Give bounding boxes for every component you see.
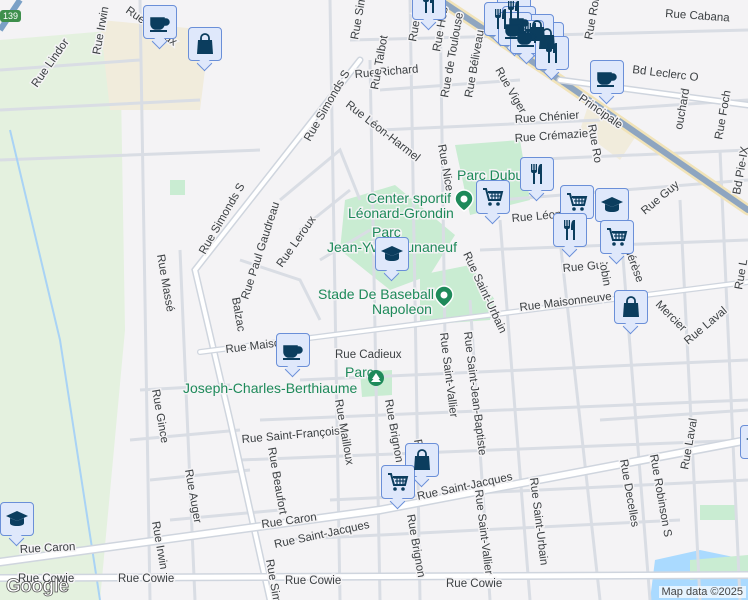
street-label: Bd Leclerc O bbox=[632, 64, 699, 84]
street-label: Rue Auger bbox=[182, 468, 203, 524]
restaurant-marker[interactable] bbox=[553, 213, 587, 247]
street-label: Rue Laval bbox=[682, 305, 729, 347]
grocery-marker[interactable] bbox=[600, 220, 634, 254]
cafe-icon bbox=[517, 32, 537, 47]
restaurant-marker[interactable] bbox=[412, 0, 446, 20]
street-label: obin bbox=[597, 263, 613, 287]
school-marker[interactable] bbox=[740, 425, 748, 459]
street-label: Rue Cadieux bbox=[335, 349, 402, 361]
grocery-icon bbox=[483, 188, 504, 206]
cafe-icon bbox=[283, 345, 303, 360]
street-label: Rue Simonds S bbox=[349, 0, 375, 41]
poi-label-centre-sportif: Léonard-Grondin bbox=[348, 205, 454, 221]
shopping-marker[interactable] bbox=[405, 443, 439, 477]
park-tree-icon[interactable] bbox=[368, 370, 384, 386]
school-icon bbox=[381, 246, 403, 261]
street-label: Rue Gince bbox=[149, 388, 170, 444]
shopping-marker[interactable] bbox=[188, 27, 222, 61]
cafe-marker[interactable] bbox=[590, 60, 624, 94]
restaurant-icon bbox=[564, 220, 575, 240]
school-icon bbox=[601, 197, 623, 212]
street-label: Rue Saint-Vallier bbox=[472, 489, 494, 575]
street-label: Rue Talbot bbox=[369, 34, 390, 91]
google-logo[interactable]: Google bbox=[6, 576, 70, 598]
school-marker[interactable] bbox=[0, 502, 34, 536]
street-label: Rue Léon-Harmel bbox=[343, 99, 422, 164]
street-label: Rue Saint-François bbox=[241, 425, 340, 446]
cafe-marker[interactable] bbox=[143, 5, 177, 39]
street-label: Rue Cabana bbox=[665, 8, 731, 25]
cafe-icon bbox=[597, 72, 617, 87]
restaurant-marker[interactable] bbox=[535, 36, 569, 70]
highway-shield: 139 bbox=[0, 10, 22, 22]
street-label: Rue Foch bbox=[713, 89, 733, 140]
poi-label-parc-berthiaume: Joseph-Charles-Berthiaume bbox=[183, 380, 358, 396]
street-label: Balzac bbox=[229, 296, 247, 332]
street-label: Rue Crémazie bbox=[514, 128, 588, 145]
restaurant-icon bbox=[423, 0, 434, 13]
shopping-marker[interactable] bbox=[614, 290, 648, 324]
street-label: Rue Saint-Jean-Baptiste bbox=[461, 331, 488, 456]
street-label: Rue L bbox=[733, 258, 748, 291]
shopping-icon bbox=[414, 449, 430, 470]
restaurant-icon bbox=[531, 164, 542, 184]
school-marker[interactable] bbox=[595, 188, 629, 222]
grocery-marker[interactable] bbox=[560, 185, 594, 219]
street-label: Rue Caron bbox=[261, 511, 318, 531]
grocery-marker[interactable] bbox=[476, 180, 510, 214]
street-label: Rue Guy bbox=[639, 179, 682, 218]
cafe-marker[interactable] bbox=[276, 333, 310, 367]
cafe-icon bbox=[150, 17, 170, 32]
street-label: Rue Simonds S bbox=[197, 181, 248, 256]
street-label: Rue Leroux bbox=[275, 214, 319, 270]
street-label: Rue Chénier bbox=[514, 110, 579, 126]
poi-label-stade: Napoleon bbox=[372, 301, 432, 317]
street-label: Rue Cowie bbox=[285, 575, 341, 587]
grocery-icon bbox=[607, 228, 628, 246]
park-small bbox=[170, 180, 185, 195]
grocery-icon bbox=[388, 473, 409, 491]
poi-label-stade: Stade De Baseball bbox=[318, 286, 434, 302]
street-label: Rue Decelles bbox=[617, 458, 641, 528]
street-label: Bd Pie-IX bbox=[731, 145, 748, 195]
street-label: Rue Viger bbox=[492, 66, 528, 116]
street-label: Rue Massé bbox=[154, 253, 176, 312]
restaurant-marker[interactable] bbox=[520, 157, 554, 191]
school-icon bbox=[6, 511, 28, 526]
street-label: Rue Béliveau bbox=[463, 29, 487, 98]
street-label: Rue Robinson S bbox=[647, 453, 673, 538]
street-label: Rue Brignon bbox=[404, 513, 427, 578]
street-label: Rue Maiso bbox=[225, 337, 281, 356]
poi-label-centre-sportif: Center sportif bbox=[367, 190, 451, 206]
restaurant-icon bbox=[546, 43, 557, 63]
street-label: Rue Paul Gaudreau bbox=[239, 201, 282, 301]
street-label: Mercier bbox=[653, 299, 689, 335]
map-attribution[interactable]: Map data ©2025 bbox=[658, 586, 746, 598]
street-label: Rue Richard bbox=[354, 63, 419, 81]
street-label: Rue Cowie bbox=[446, 578, 502, 590]
shopping-icon bbox=[197, 33, 213, 54]
grocery-icon bbox=[567, 193, 588, 211]
grocery-marker[interactable] bbox=[381, 465, 415, 499]
street-label: Rue Cowie bbox=[118, 573, 174, 585]
park-southeast bbox=[700, 505, 735, 520]
shopping-icon bbox=[623, 296, 639, 317]
street-label: Rue Nice bbox=[435, 143, 455, 192]
cafe-marker[interactable] bbox=[510, 20, 544, 54]
school-marker[interactable] bbox=[375, 237, 409, 271]
